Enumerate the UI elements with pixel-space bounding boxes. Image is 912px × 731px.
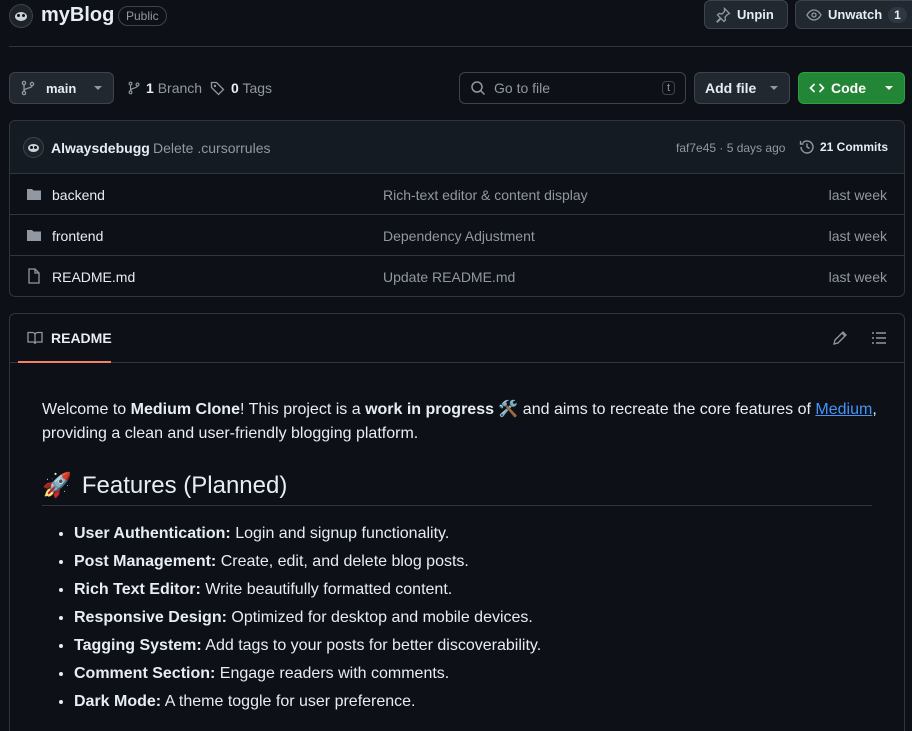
feature-desc: A theme toggle for user preference. bbox=[161, 693, 416, 710]
feature-desc: Engage readers with comments. bbox=[215, 665, 450, 682]
code-label: Code bbox=[831, 80, 866, 96]
unwatch-button[interactable]: Unwatch 1 bbox=[795, 0, 912, 29]
file-time: last week bbox=[828, 187, 887, 203]
pencil-icon[interactable] bbox=[832, 330, 848, 346]
feature-title: Comment Section: bbox=[74, 665, 216, 682]
watch-count: 1 bbox=[888, 6, 907, 23]
feature-title: Dark Mode: bbox=[74, 693, 162, 710]
feature-title: Tagging System: bbox=[74, 637, 202, 654]
feature-desc: Add tags to your posts for better discov… bbox=[201, 637, 542, 654]
intro-text: Welcome to bbox=[42, 401, 131, 418]
folder-icon bbox=[26, 227, 42, 243]
commit-message[interactable]: Delete .cursorrules bbox=[153, 140, 271, 156]
readme-panel: README Welcome to Medium Clone! This pro… bbox=[9, 313, 905, 731]
pin-icon bbox=[715, 6, 731, 23]
medium-link[interactable]: Medium bbox=[815, 401, 872, 418]
intro-bold-wip: work in progress bbox=[365, 401, 494, 418]
unpin-button[interactable]: Unpin bbox=[704, 0, 788, 29]
file-name[interactable]: backend bbox=[52, 187, 105, 203]
rocket-icon: 🚀 bbox=[42, 472, 72, 499]
feature-title: User Authentication: bbox=[74, 525, 231, 542]
add-file-label: Add file bbox=[705, 80, 757, 96]
visibility-badge: Public bbox=[118, 6, 167, 26]
tag-icon bbox=[210, 80, 226, 96]
owner-avatar[interactable] bbox=[9, 4, 33, 28]
file-commit-message[interactable]: Dependency Adjustment bbox=[383, 228, 535, 244]
readme-header: README bbox=[10, 314, 904, 363]
file-row[interactable]: backend Rich-text editor & content displ… bbox=[10, 174, 904, 215]
feature-title: Post Management: bbox=[74, 553, 217, 570]
file-commit-message[interactable]: Rich-text editor & content display bbox=[383, 187, 588, 203]
branch-count: 1 bbox=[146, 80, 154, 96]
branch-word: Branch bbox=[157, 80, 203, 96]
code-icon bbox=[809, 80, 825, 96]
list-item: Tagging System: Add tags to your posts f… bbox=[74, 632, 874, 660]
unpin-label: Unpin bbox=[737, 7, 774, 22]
intro-text: ! This project is a bbox=[239, 401, 366, 418]
commits-label: 21 Commits bbox=[820, 140, 889, 154]
chevron-down-icon bbox=[769, 83, 779, 93]
branch-selector[interactable]: main bbox=[9, 72, 114, 104]
list-item: Rich Text Editor: Write beautifully form… bbox=[74, 576, 874, 604]
feature-desc: Create, edit, and delete blog posts. bbox=[216, 553, 469, 570]
list-item: Responsive Design: Optimized for desktop… bbox=[74, 604, 874, 632]
chevron-down-icon bbox=[93, 83, 103, 93]
book-icon bbox=[27, 330, 43, 346]
tags-link[interactable]: 0 Tags bbox=[210, 80, 272, 96]
features-heading-text: Features (Planned) bbox=[81, 471, 288, 499]
list-item: Comment Section: Engage readers with com… bbox=[74, 660, 874, 688]
feature-desc: Login and signup functionality. bbox=[230, 525, 450, 542]
commit-hash-time[interactable]: faf7e45 · 5 days ago bbox=[676, 141, 785, 155]
latest-commit-bar: Alwaysdebugg Delete .cursorrules faf7e45… bbox=[10, 121, 904, 174]
outline-list-icon[interactable] bbox=[871, 330, 887, 346]
intro-bold-project: Medium Clone bbox=[130, 401, 240, 418]
add-file-button[interactable]: Add file bbox=[694, 72, 790, 104]
author-avatar[interactable] bbox=[23, 137, 44, 158]
file-icon bbox=[26, 268, 42, 284]
file-commit-message[interactable]: Update README.md bbox=[383, 269, 515, 285]
list-item: User Authentication: Login and signup fu… bbox=[74, 520, 874, 548]
file-row[interactable]: README.md Update README.md last week bbox=[10, 256, 904, 296]
code-button[interactable]: Code bbox=[798, 72, 905, 104]
repo-name[interactable]: myBlog bbox=[41, 4, 114, 27]
search-placeholder: Go to file bbox=[494, 80, 551, 96]
file-name[interactable]: README.md bbox=[52, 269, 135, 285]
list-item: Dark Mode: A theme toggle for user prefe… bbox=[74, 688, 874, 716]
branches-link[interactable]: 1 Branch bbox=[127, 80, 202, 96]
intro-text: 🛠️ and aims to recreate the core feature… bbox=[493, 401, 816, 418]
feature-desc: Write beautifully formatted content. bbox=[200, 581, 453, 598]
go-to-file-input[interactable]: Go to file t bbox=[459, 72, 686, 104]
readme-tab-label: README bbox=[51, 329, 112, 346]
feature-title: Responsive Design: bbox=[74, 609, 227, 626]
file-time: last week bbox=[828, 228, 887, 244]
branch-icon bbox=[127, 80, 141, 96]
tag-count: 0 bbox=[231, 80, 239, 96]
chevron-down-icon bbox=[884, 83, 894, 93]
file-row[interactable]: frontend Dependency Adjustment last week bbox=[10, 215, 904, 256]
file-time: last week bbox=[828, 269, 887, 285]
feature-desc: Optimized for desktop and mobile devices… bbox=[226, 609, 533, 626]
features-heading: 🚀 Features (Planned) bbox=[42, 466, 872, 506]
tab-readme[interactable]: README bbox=[18, 314, 112, 363]
shortcut-hint: t bbox=[661, 81, 675, 95]
commits-link[interactable]: 21 Commits bbox=[799, 139, 888, 155]
readme-intro: Welcome to Medium Clone! This project is… bbox=[42, 398, 882, 446]
eye-icon bbox=[806, 7, 822, 23]
search-icon bbox=[470, 80, 486, 96]
branch-name: main bbox=[46, 80, 77, 96]
tag-word: Tags bbox=[242, 80, 273, 96]
folder-icon bbox=[26, 186, 42, 202]
file-browser: Alwaysdebugg Delete .cursorrules faf7e45… bbox=[9, 120, 905, 297]
feature-title: Rich Text Editor: bbox=[74, 581, 201, 598]
list-item: Post Management: Create, edit, and delet… bbox=[74, 548, 874, 576]
history-icon bbox=[799, 139, 815, 155]
file-name[interactable]: frontend bbox=[52, 228, 103, 244]
features-list: User Authentication: Login and signup fu… bbox=[74, 520, 874, 716]
branch-icon bbox=[20, 80, 36, 96]
commit-author[interactable]: Alwaysdebugg bbox=[51, 140, 150, 156]
unwatch-label: Unwatch bbox=[828, 7, 883, 22]
